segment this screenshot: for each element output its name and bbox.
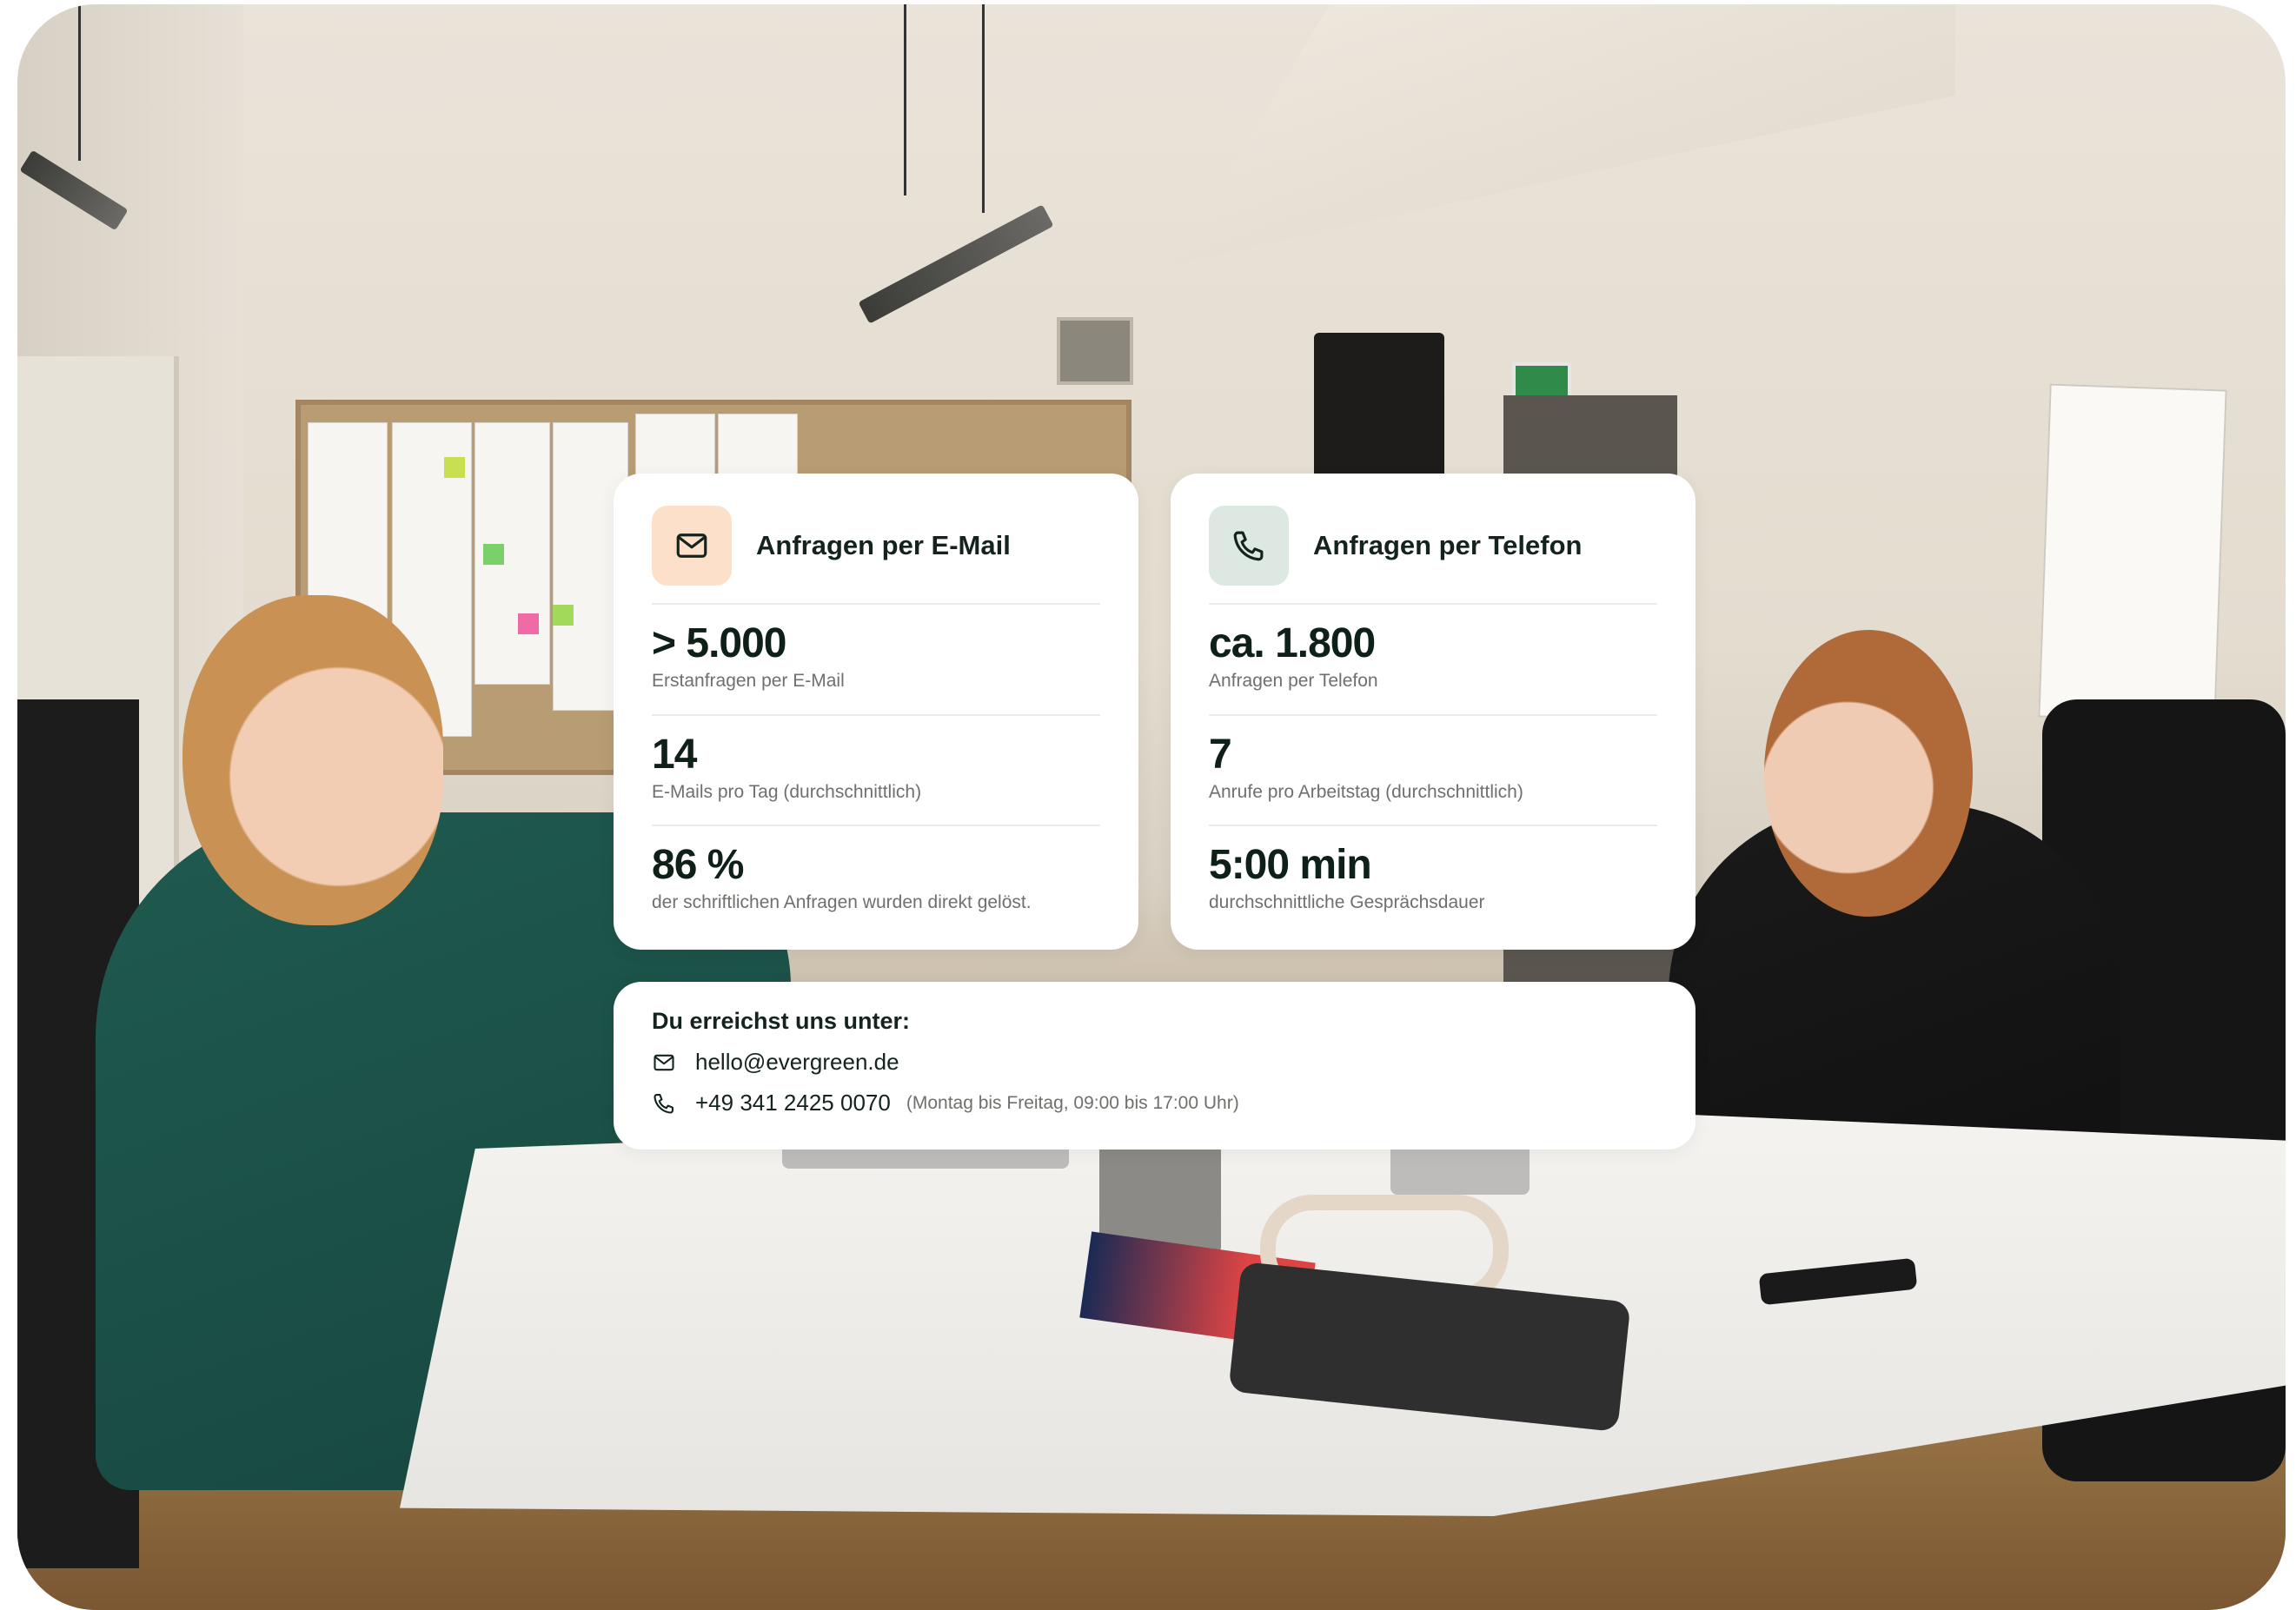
stat-resolution-rate: 86 % der schriftlichen Anfragen wurden d…: [652, 843, 1100, 914]
stat-label: Anfragen per Telefon: [1209, 671, 1378, 691]
stat-value: 7: [1209, 732, 1232, 778]
stat-calls-per-day: 7 Anrufe pro Arbeitstag (durchschnittlic…: [1209, 732, 1657, 804]
contact-phone-link[interactable]: +49 341 2425 0070: [695, 1090, 891, 1116]
divider: [652, 825, 1100, 826]
email-card-header: Anfragen per E-Mail: [652, 505, 1100, 586]
contact-phone-row[interactable]: +49 341 2425 0070 (Montag bis Freitag, 0…: [652, 1090, 1239, 1116]
stat-value: 5:00 min: [1209, 842, 1372, 888]
sticky-note: [444, 457, 465, 478]
sticky-note: [553, 605, 574, 626]
divider: [1209, 603, 1657, 605]
lamp-wire: [78, 4, 81, 161]
divider: [1209, 714, 1657, 716]
email-card-title: Anfragen per E-Mail: [756, 530, 1011, 560]
divider: [652, 603, 1100, 605]
stat-label: der schriftlichen Anfragen wurden direkt…: [652, 892, 1032, 912]
stat-label: durchschnittliche Gesprächsdauer: [1209, 892, 1485, 912]
divider: [652, 714, 1100, 716]
person-right-head: [1764, 630, 1973, 917]
email-stats-card: Anfragen per E-Mail > 5.000 Erstanfragen…: [614, 474, 1138, 950]
phone-icon: [1209, 506, 1289, 586]
contact-email-row[interactable]: hello@evergreen.de: [652, 1049, 899, 1076]
person-left-head: [182, 595, 443, 925]
stat-value: 86 %: [652, 842, 744, 888]
divider: [1209, 825, 1657, 826]
stat-label: Anrufe pro Arbeitstag (durchschnittlich): [1209, 782, 1523, 802]
lamp-wire: [982, 4, 985, 213]
phone-icon: [654, 1093, 674, 1114]
sticky-note: [518, 613, 539, 634]
ceiling-beam: [1173, 4, 1955, 265]
stat-label: Erstanfragen per E-Mail: [652, 671, 845, 691]
stat-total-calls: ca. 1.800 Anfragen per Telefon: [1209, 621, 1657, 692]
mail-icon: [652, 506, 732, 586]
wall-vent: [1057, 317, 1133, 385]
sticky-note: [483, 544, 504, 565]
stat-call-duration: 5:00 min durchschnittliche Gesprächsdaue…: [1209, 843, 1657, 914]
stat-label: E-Mails pro Tag (durchschnittlich): [652, 782, 922, 802]
todo-poster: [2038, 383, 2227, 724]
mail-icon: [654, 1054, 674, 1070]
stat-value: 14: [652, 732, 697, 778]
phone-card-title: Anfragen per Telefon: [1313, 530, 1583, 560]
phone-card-header: Anfragen per Telefon: [1209, 505, 1657, 586]
contact-card: Du erreichst uns unter: hello@evergreen.…: [614, 982, 1695, 1150]
office-background-photo: [17, 4, 2286, 1610]
stat-emails-per-day: 14 E-Mails pro Tag (durchschnittlich): [652, 732, 1100, 804]
contact-email-link[interactable]: hello@evergreen.de: [695, 1049, 899, 1076]
stat-value: ca. 1.800: [1209, 620, 1376, 666]
contact-hours: (Montag bis Freitag, 09:00 bis 17:00 Uhr…: [906, 1092, 1239, 1113]
phone-stats-card: Anfragen per Telefon ca. 1.800 Anfragen …: [1171, 474, 1695, 950]
lamp-wire: [904, 4, 906, 195]
stat-total-emails: > 5.000 Erstanfragen per E-Mail: [652, 621, 1100, 692]
ceiling-lamp: [858, 204, 1054, 324]
contact-title: Du erreichst uns unter:: [652, 1008, 911, 1034]
stat-value: > 5.000: [652, 620, 786, 666]
